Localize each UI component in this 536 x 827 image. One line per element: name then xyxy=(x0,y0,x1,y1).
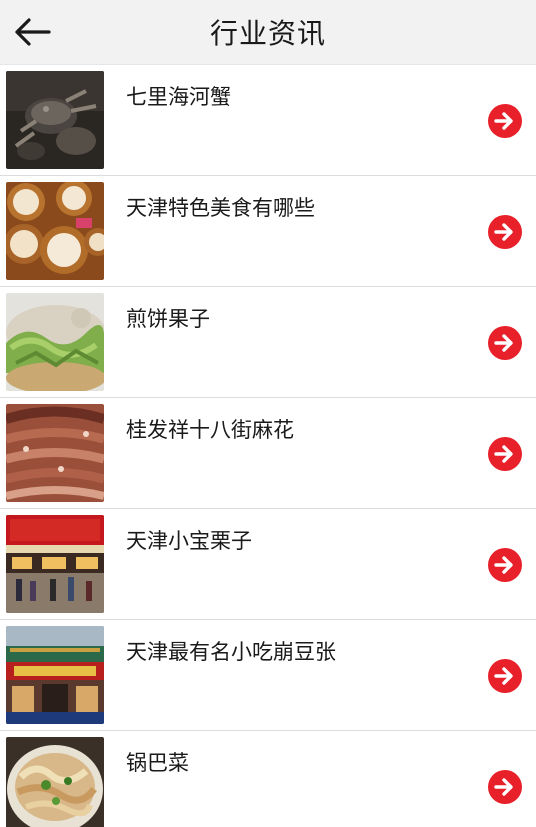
list-item[interactable]: 锅巴菜 xyxy=(0,731,536,827)
item-title: 天津最有名小吃崩豆张 xyxy=(126,640,336,664)
list-item[interactable]: 天津最有名小吃崩豆张 xyxy=(0,620,536,731)
item-title: 天津小宝栗子 xyxy=(126,529,252,553)
item-thumbnail xyxy=(6,737,104,827)
item-thumbnail xyxy=(6,404,104,502)
item-thumbnail xyxy=(6,515,104,613)
list-item[interactable]: 天津特色美食有哪些 xyxy=(0,176,536,287)
arrow-right-circle-icon[interactable] xyxy=(488,548,522,582)
list-item[interactable]: 天津小宝栗子 xyxy=(0,509,536,620)
top-bar: 行业资讯 xyxy=(0,0,536,65)
item-title: 天津特色美食有哪些 xyxy=(126,196,315,220)
arrow-right-circle-icon[interactable] xyxy=(488,770,522,804)
arrow-right-circle-icon[interactable] xyxy=(488,437,522,471)
list-item[interactable]: 桂发祥十八街麻花 xyxy=(0,398,536,509)
list-item[interactable]: 煎饼果子 xyxy=(0,287,536,398)
news-list: 七里海河蟹 天津特色美食有哪些 煎饼果子 桂发祥十八街麻花 天津小宝栗子 天津最… xyxy=(0,65,536,827)
list-item[interactable]: 七里海河蟹 xyxy=(0,65,536,176)
item-title: 桂发祥十八街麻花 xyxy=(126,418,294,442)
item-thumbnail xyxy=(6,293,104,391)
app-screen: 行业资讯 七里海河蟹 天津特色美食有哪些 煎饼果子 桂发祥十八街麻花 天津小宝栗… xyxy=(0,0,536,827)
page-title: 行业资讯 xyxy=(209,17,326,50)
item-title: 七里海河蟹 xyxy=(126,85,231,109)
item-title: 锅巴菜 xyxy=(126,751,189,775)
item-thumbnail xyxy=(6,182,104,280)
arrow-right-circle-icon[interactable] xyxy=(488,104,522,138)
item-thumbnail xyxy=(6,626,104,724)
arrow-right-circle-icon[interactable] xyxy=(488,659,522,693)
item-title: 煎饼果子 xyxy=(126,307,210,331)
arrow-right-circle-icon[interactable] xyxy=(488,215,522,249)
item-thumbnail xyxy=(6,71,104,169)
arrow-right-circle-icon[interactable] xyxy=(488,326,522,360)
